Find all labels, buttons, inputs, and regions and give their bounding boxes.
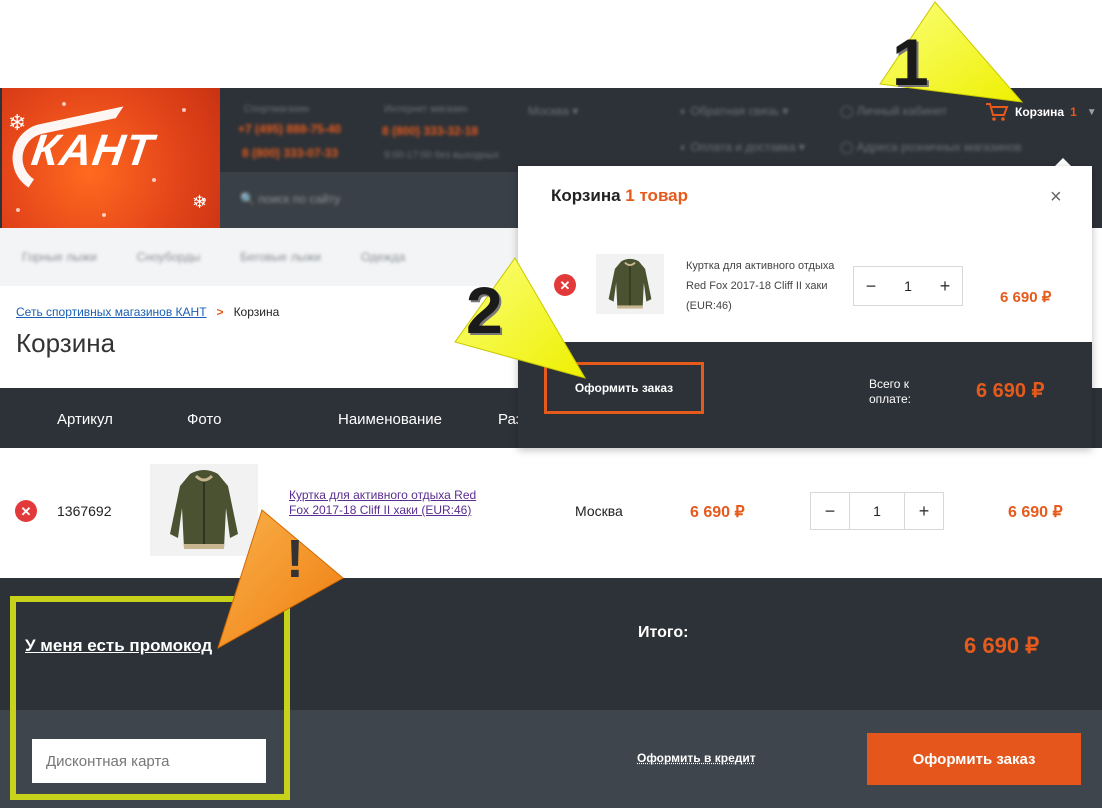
dropdown-item-name[interactable]: Куртка для активного отдыха Red Fox 2017… (686, 256, 836, 316)
place-order-button[interactable]: Оформить заказ (867, 733, 1081, 785)
callback-link[interactable]: ◐ Обратная связь ▾ (680, 104, 788, 118)
dropdown-notch (1055, 158, 1071, 166)
jacket-image (608, 258, 652, 309)
dropdown-place-order-button[interactable]: Оформить заказ (544, 362, 704, 414)
breadcrumb: Сеть спортивных магазинов КАНТ > Корзина (16, 305, 279, 319)
search-placeholder: 🔍 поиск по сайту (240, 192, 341, 206)
header-shop-label: Интернет магазин (384, 104, 468, 115)
dropdown-increase-button[interactable]: + (928, 267, 962, 305)
dropdown-title-label: Корзина (551, 186, 621, 205)
dropdown-item-photo[interactable] (596, 254, 664, 314)
payment-link[interactable]: ◐ Оплата и доставка ▾ (680, 140, 805, 154)
column-header-sku: Артикул (57, 411, 113, 428)
category-item[interactable]: Беговые лыжи (240, 250, 321, 264)
dropdown-quantity-value[interactable]: 1 (888, 267, 928, 305)
total-label: Итого: (638, 624, 689, 641)
quantity-value[interactable]: 1 (849, 493, 905, 529)
item-photo[interactable] (150, 464, 258, 556)
item-name-link[interactable]: Куртка для активного отдыха Red Fox 2017… (289, 488, 479, 518)
promo-highlight-box (10, 596, 290, 800)
breadcrumb-current: Корзина (233, 305, 280, 319)
logo-text: КАНТ (28, 126, 157, 175)
dropdown-item-count: 1 товар (625, 186, 689, 205)
stores-link[interactable]: ◯ Адреса розничных магазинов (840, 140, 1021, 154)
dropdown-item-price: 6 690 ₽ (1000, 289, 1052, 306)
item-total: 6 690 ₽ (1008, 504, 1063, 521)
dropdown-remove-item-button[interactable]: ✕ (554, 274, 576, 296)
header-phone-label: Спортмагазин (244, 104, 310, 115)
dropdown-total-label: Всего к оплате: (869, 377, 911, 406)
close-icon[interactable]: × (1050, 186, 1062, 209)
account-link[interactable]: ◯ Личный кабинет (840, 104, 947, 118)
category-item[interactable]: Сноуборды (137, 250, 201, 264)
decrease-quantity-button[interactable]: − (811, 493, 849, 529)
cart-label: Корзина (1015, 105, 1065, 119)
increase-quantity-button[interactable]: + (905, 493, 943, 529)
jacket-image (170, 470, 238, 549)
chevron-down-icon: ▼ (1086, 106, 1097, 118)
quantity-stepper: − 1 + (810, 492, 944, 530)
page-title: Корзина (16, 328, 116, 358)
city-selector[interactable]: Москва ▾ (528, 104, 578, 118)
credit-checkout-link[interactable]: Оформить в кредит (637, 751, 756, 765)
total-value: 6 690 ₽ (964, 633, 1040, 658)
breadcrumb-separator-icon: > (216, 305, 224, 319)
annotation-number-1: 1 (892, 25, 929, 99)
dropdown-title: Корзина 1 товар (551, 186, 688, 206)
header-cart-button[interactable]: Корзина 1 ▼ (985, 100, 1097, 124)
header-shop-hours: 9:00-17:00 без выходных (384, 150, 500, 161)
store-logo[interactable]: КАНТ ❄ ❄ (2, 88, 220, 228)
item-city: Москва (575, 503, 623, 519)
item-sku: 1367692 (57, 503, 112, 519)
annotation-number-2: 2 (466, 273, 503, 347)
category-item[interactable]: Одежда (361, 250, 405, 264)
category-nav: Горные лыжи Сноуборды Беговые лыжи Одежд… (0, 228, 518, 286)
category-item[interactable]: Горные лыжи (22, 250, 97, 264)
item-price: 6 690 ₽ (690, 504, 745, 521)
snowflake-icon: ❄ (8, 110, 27, 135)
column-header-name: Наименование (338, 411, 442, 428)
header-phone-2: 8 (800) 333-07-33 (242, 146, 339, 160)
snowflake-icon: ❄ (192, 192, 208, 212)
header-phone-1: +7 (495) 888-75-40 (238, 122, 342, 136)
remove-item-button[interactable]: ✕ (15, 500, 37, 522)
dropdown-quantity-stepper: − 1 + (853, 266, 963, 306)
annotation-exclaim: ! (286, 529, 304, 589)
dropdown-decrease-button[interactable]: − (854, 267, 888, 305)
cart-icon (986, 103, 1009, 121)
header-shop-phone: 8 (800) 333-32-18 (382, 124, 479, 138)
breadcrumb-home-link[interactable]: Сеть спортивных магазинов КАНТ (16, 305, 207, 319)
dropdown-total-value: 6 690 ₽ (976, 380, 1045, 402)
cart-count: 1 (1070, 105, 1077, 119)
column-header-photo: Фото (187, 411, 222, 428)
